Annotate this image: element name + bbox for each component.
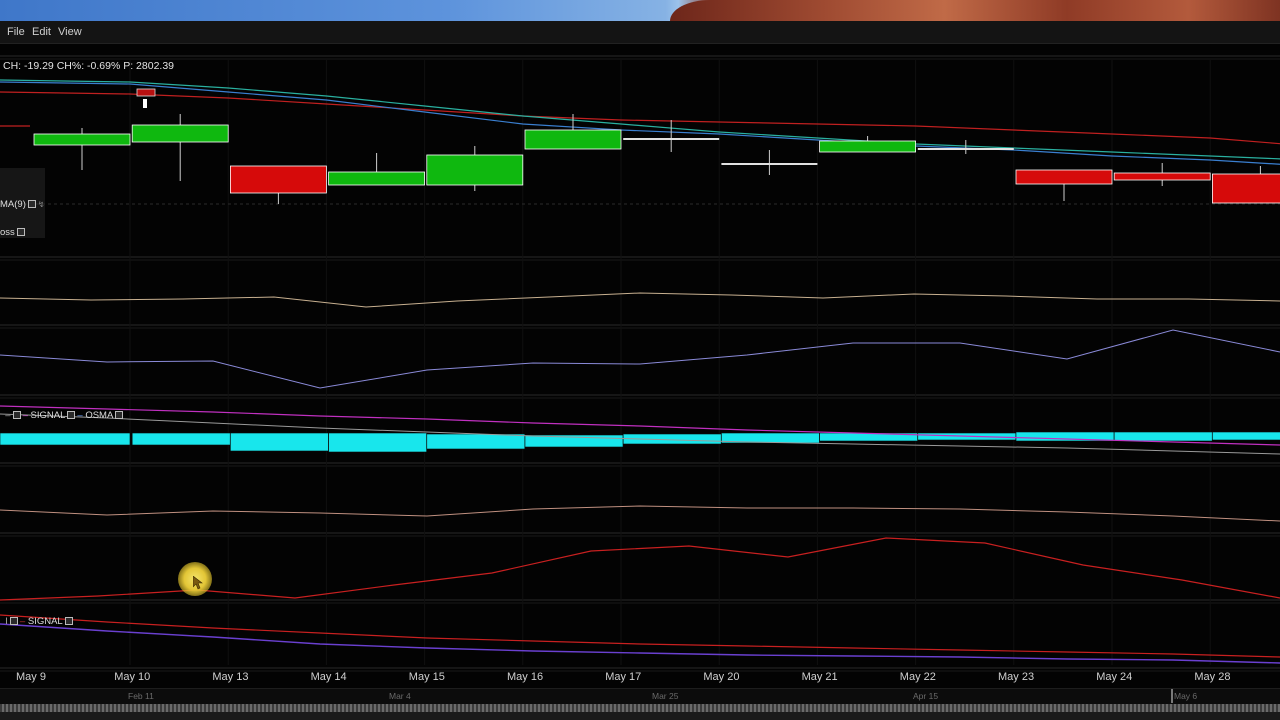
legend-macd[interactable]: ‒ ‒ SIGNAL ‒ OSMA: [0, 399, 125, 421]
osma-bar-11: [1113, 431, 1213, 442]
horizontal-scrollbar[interactable]: [0, 704, 1280, 712]
legend-cross-checkbox[interactable]: [16, 228, 25, 237]
navigator-handle[interactable]: [1171, 689, 1173, 703]
legend-osma-checkbox[interactable]: [115, 411, 124, 420]
candle-body-May-23: [1015, 169, 1113, 185]
x-axis-label: May 24: [1096, 671, 1133, 683]
osma-bar-1: [131, 432, 231, 446]
legend-macd-checkbox[interactable]: [12, 411, 21, 420]
marker-white-tick: [143, 99, 147, 108]
navigator-label: Apr 15: [913, 691, 939, 701]
x-axis-label: May 14: [310, 671, 347, 683]
legend-bottom-signal-label: SIGNAL: [27, 616, 63, 627]
ma-teal-line: [0, 79, 1280, 162]
legend-cross[interactable]: oss: [0, 227, 27, 238]
candle-body-May-13: [229, 165, 327, 194]
legend-bottom[interactable]: I ‒ SIGNAL: [0, 605, 75, 627]
navigator-bar[interactable]: [0, 688, 1280, 705]
navigator-label: Mar 25: [652, 691, 679, 701]
candle-body-May-20: [721, 163, 818, 165]
navigator-label: Mar 4: [389, 691, 411, 701]
candle-body-May-10: [131, 124, 229, 143]
candle-body-May-24: [1113, 172, 1211, 181]
osma-bar-12: [1212, 431, 1280, 441]
bottom-strip: [0, 712, 1280, 720]
candle-body-May-9: [33, 133, 131, 146]
legend-ma-checkbox[interactable]: [27, 200, 36, 209]
x-axis-label: May 20: [703, 671, 740, 683]
mouse-cursor-icon: [193, 576, 203, 590]
legend-bottom-signal-checkbox[interactable]: [64, 617, 73, 626]
indicator-panes: [0, 292, 1280, 664]
price-pane: [0, 79, 1280, 204]
candle-body-May-28: [1212, 173, 1280, 204]
osma-bar-3: [328, 432, 427, 453]
x-axis-label: May 23: [998, 671, 1035, 683]
candle-body-May-16: [524, 129, 622, 150]
legend-ma-arrow-icon: ↯: [37, 200, 45, 209]
pane4-line: [0, 505, 1280, 522]
candle-body-May-21: [819, 140, 916, 153]
candle-body-May-22: [917, 148, 1014, 150]
legend-signal-checkbox[interactable]: [67, 411, 76, 420]
legend-osma-label: OSMA: [85, 410, 114, 421]
x-axis-label: May 15: [408, 671, 445, 683]
price-info-line: CH: -19.29 CH%: -0.69% P: 2802.39: [3, 60, 175, 72]
osma-bar-4: [426, 433, 526, 450]
candle-body-May-17: [623, 138, 720, 140]
legend-ma[interactable]: MA(9) ↯: [0, 199, 45, 210]
legend-macd-signal-label: SIGNAL: [30, 410, 66, 421]
x-axis-label: May 10: [114, 671, 151, 683]
navigator-label: Feb 11: [128, 691, 154, 701]
navigator-label: May 6: [1174, 691, 1198, 701]
x-axis-label: May 17: [605, 671, 642, 683]
x-axis-label: May 9: [16, 671, 46, 683]
osma-bar-0: [0, 432, 131, 446]
x-axis-label: May 28: [1194, 671, 1231, 683]
candle-body-May-14: [328, 171, 426, 186]
x-axis-label: May 21: [801, 671, 838, 683]
marker-red-flag: [136, 88, 156, 97]
chart-canvas[interactable]: [0, 0, 1280, 720]
x-axis-label: May 13: [212, 671, 249, 683]
legend-bottom-checkbox[interactable]: [9, 617, 18, 626]
rsi-line: [0, 292, 1280, 308]
candle-body-May-15: [426, 154, 524, 186]
osma-bar-2: [230, 432, 329, 452]
stoch-line: [0, 329, 1280, 389]
x-axis-label: May 22: [899, 671, 936, 683]
x-axis-label: May 16: [507, 671, 544, 683]
